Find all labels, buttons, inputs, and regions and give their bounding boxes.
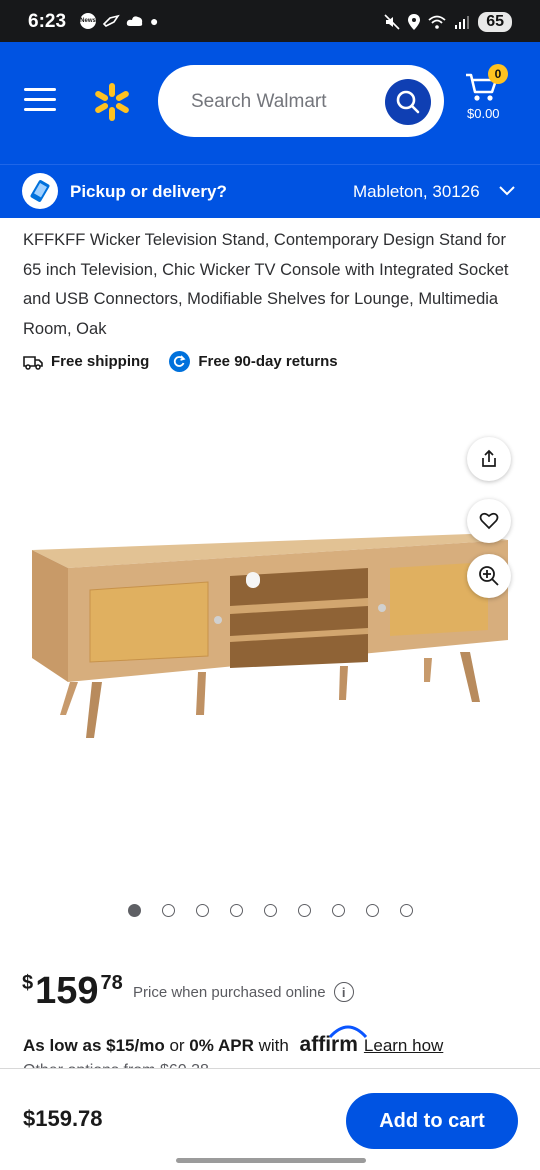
chevron-down-icon[interactable] [497,181,517,201]
financing-line: As low as $15/mo or 0% APR with affirm L… [23,1025,443,1057]
search-bar[interactable]: Search Walmart [158,65,444,137]
bottom-price: $159.78 [23,1106,103,1131]
free-shipping: Free shipping [23,353,149,370]
product-price: $ 159 78 [22,968,123,1014]
home-indicator[interactable] [176,1158,366,1163]
free-shipping-label: Free shipping [51,353,150,370]
status-time: 6:23 [28,11,67,32]
carousel-dot-5[interactable] [264,904,277,917]
location-icon [408,14,421,30]
pickup-label[interactable]: Pickup or delivery? [70,182,227,202]
free-returns: Free 90-day returns [169,351,338,372]
bird-icon [102,14,120,27]
status-bar: 6:23 News ● 65 [0,0,540,42]
financing-with: with [253,1036,294,1055]
add-to-cart-button[interactable]: Add to cart [346,1093,518,1149]
financing-or: or [164,1036,190,1055]
carousel-dot-1[interactable] [128,904,141,917]
learn-how-link[interactable]: Learn how [364,1036,443,1056]
affirm-logo: affirm [300,1025,367,1057]
share-icon [482,449,496,467]
signal-icon [455,16,470,29]
free-returns-label: Free 90-day returns [198,353,338,370]
zoom-in-icon [479,566,499,586]
status-left-icons: News ● [80,13,158,29]
notification-dot-icon: ● [150,13,159,29]
favorite-button[interactable] [467,499,511,543]
price-currency: $ [22,972,34,994]
product-image[interactable] [0,400,540,880]
carousel-dot-8[interactable] [366,904,379,917]
heart-icon [479,512,499,530]
carousel-dots [128,904,413,917]
search-input[interactable]: Search Walmart [191,91,327,113]
cloud-icon [126,16,143,26]
pickup-phone-icon [22,173,58,209]
financing-prefix: As low as $15/mo [23,1036,165,1055]
carousel-dot-6[interactable] [298,904,311,917]
affirm-arc-icon [328,1025,367,1039]
battery-indicator: 65 [478,12,512,32]
news-app-icon: News [80,13,96,29]
share-button[interactable] [467,437,511,481]
walmart-spark-icon[interactable] [92,82,132,122]
truck-icon [23,355,43,370]
search-icon [396,90,420,114]
hamburger-menu-icon[interactable] [24,88,56,114]
zoom-button[interactable] [467,554,511,598]
returns-icon [169,351,191,372]
bottom-action-bar: $159.78 Add to cart [0,1068,540,1170]
cart-total: $0.00 [467,106,500,121]
app-header: Search Walmart 0 $0.00 [0,42,540,164]
wifi-icon [428,15,446,29]
cart-count-badge: 0 [488,64,508,84]
carousel-dot-9[interactable] [400,904,413,917]
carousel-dot-3[interactable] [196,904,209,917]
carousel-dot-2[interactable] [162,904,175,917]
mute-icon [384,14,400,30]
pickup-delivery-bar[interactable]: Pickup or delivery? Mableton, 30126 [0,164,540,218]
product-title: KFFKFF Wicker Television Stand, Contempo… [23,231,509,338]
carousel-dot-7[interactable] [332,904,345,917]
search-button[interactable] [385,79,431,125]
financing-apr: 0% APR [189,1036,254,1055]
cart-button[interactable]: 0 $0.00 [462,64,518,124]
info-icon[interactable]: i [333,982,354,1002]
location-text[interactable]: Mableton, 30126 [353,182,480,202]
price-note: Price when purchased online i [133,982,354,1002]
product-image-carousel[interactable] [0,400,540,880]
price-note-text: Price when purchased online [133,983,326,1001]
benefits-row: Free shipping Free 90-day returns [23,351,358,372]
price-whole: 159 [35,970,99,1012]
price-cents: 78 [100,972,123,994]
carousel-dot-4[interactable] [230,904,243,917]
status-right-icons: 65 [384,12,512,32]
